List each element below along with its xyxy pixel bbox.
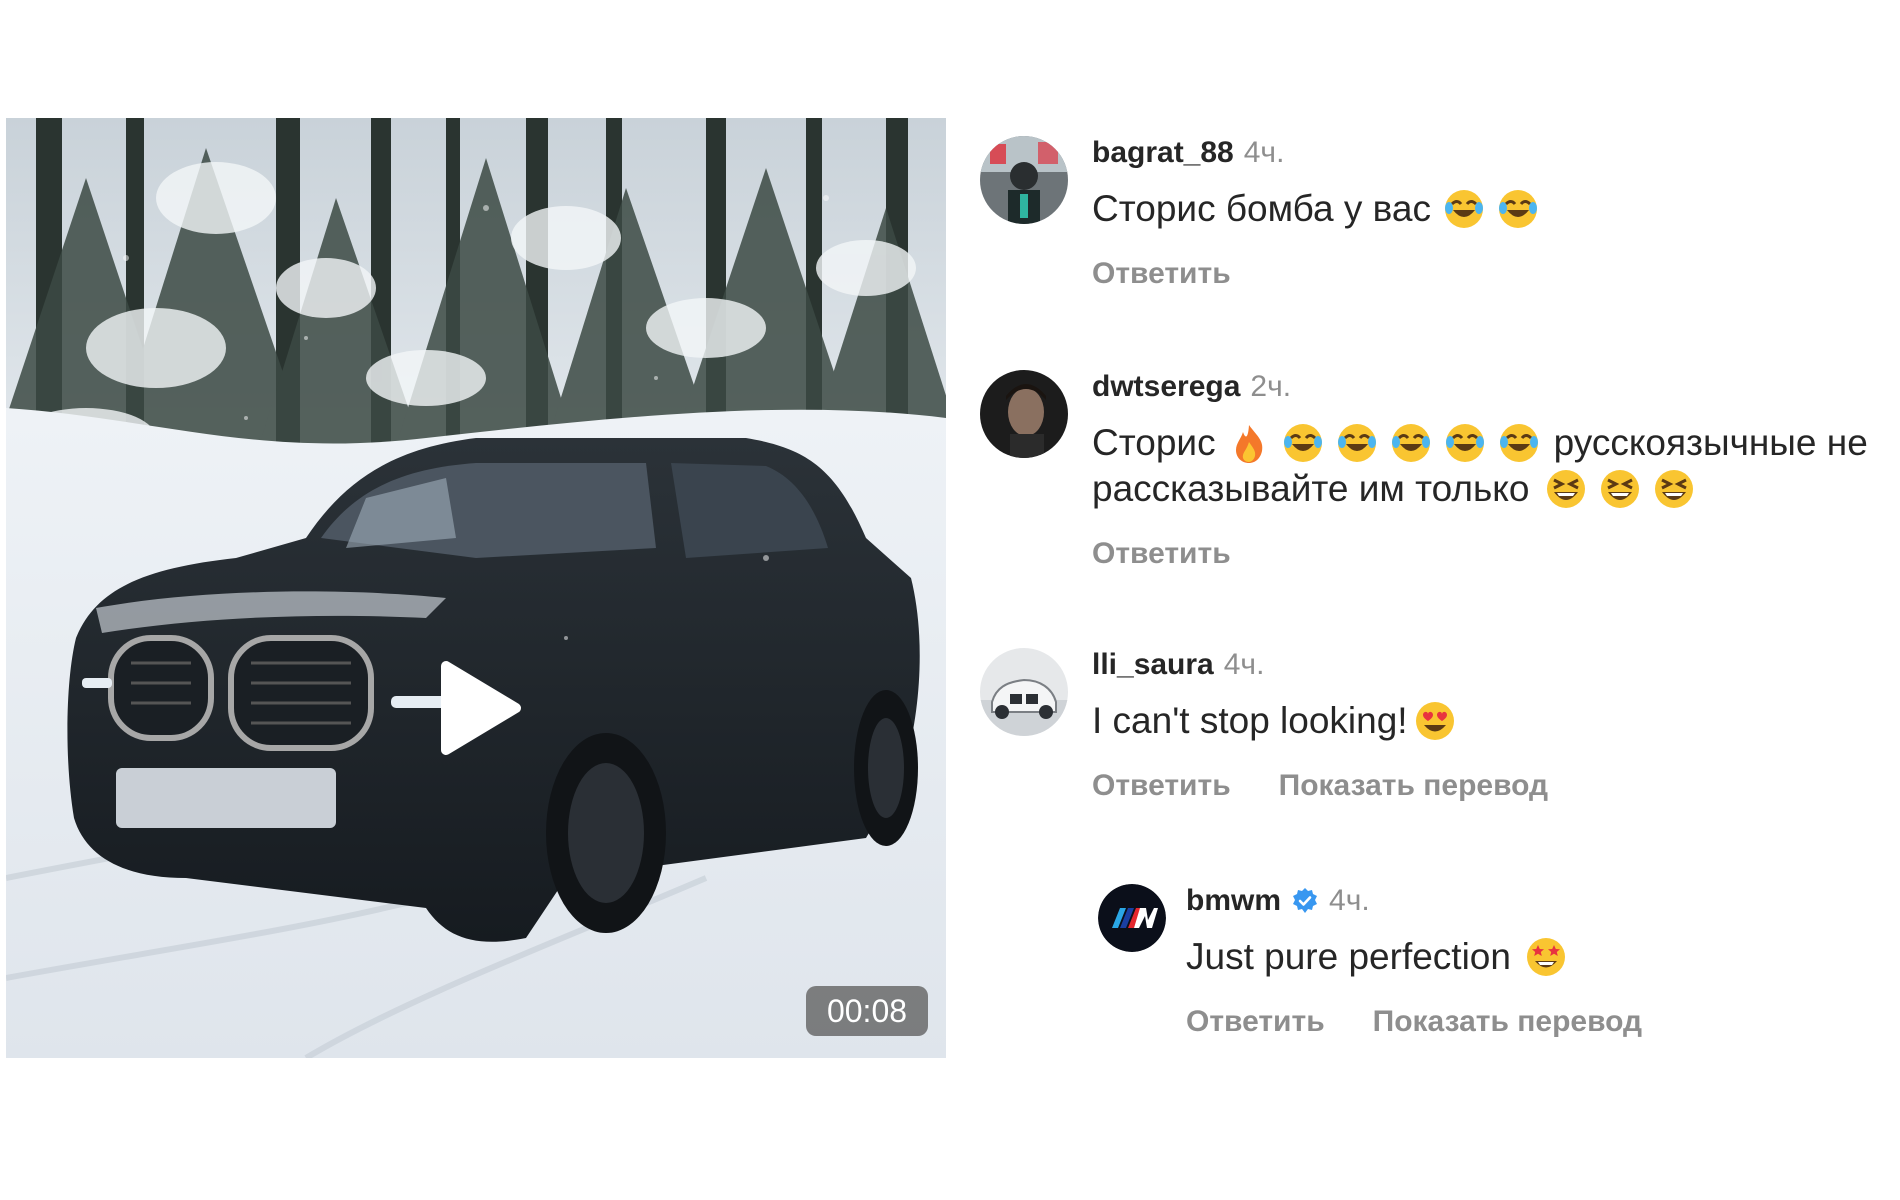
face-with-tears-of-joy-icon	[1497, 188, 1539, 230]
grinning-squinting-face-icon	[1653, 468, 1695, 510]
verified-badge-icon	[1291, 887, 1319, 915]
play-icon[interactable]	[434, 658, 524, 758]
comment-text: Сторис бомба у вас	[1092, 188, 1431, 229]
face-with-tears-of-joy-icon	[1443, 188, 1485, 230]
comment-text: рассказывайте им только	[1092, 468, 1530, 509]
avatar[interactable]	[980, 370, 1068, 458]
comment-text-row: Сторис русскоязычные не рассказывайте им…	[1092, 420, 1868, 512]
fire-icon	[1228, 422, 1270, 464]
reply-button[interactable]: Ответить	[1186, 1004, 1325, 1040]
comment-text-row: Сторис бомба у вас	[1092, 186, 1539, 232]
reply-button[interactable]: Ответить	[1092, 256, 1231, 292]
comment-text-row: Just pure perfection	[1186, 934, 1642, 980]
face-with-tears-of-joy-icon	[1498, 422, 1540, 464]
smiling-face-with-heart-eyes-icon	[1414, 700, 1456, 742]
show-translation-button[interactable]: Показать перевод	[1373, 1004, 1642, 1040]
show-translation-button[interactable]: Показать перевод	[1279, 768, 1548, 804]
avatar[interactable]	[1098, 884, 1166, 952]
star-struck-icon	[1525, 936, 1567, 978]
comment-time: 2ч.	[1250, 370, 1292, 403]
comment-text: Just pure perfection	[1186, 936, 1511, 977]
face-with-tears-of-joy-icon	[1336, 422, 1378, 464]
username[interactable]: bagrat_88	[1092, 136, 1234, 170]
grinning-squinting-face-icon	[1599, 468, 1641, 510]
face-with-tears-of-joy-icon	[1390, 422, 1432, 464]
face-with-tears-of-joy-icon	[1282, 422, 1324, 464]
avatar[interactable]	[980, 648, 1068, 736]
reply-button[interactable]: Ответить	[1092, 536, 1231, 572]
avatar[interactable]	[980, 136, 1068, 224]
username[interactable]: lli_saura	[1092, 648, 1214, 682]
video-player[interactable]: 00:08	[6, 118, 946, 1058]
comment-time: 4ч.	[1223, 648, 1265, 681]
comment-text: I can't stop looking!	[1092, 700, 1408, 741]
comment-time: 4ч.	[1243, 136, 1285, 169]
comment-text: русскоязычные не	[1553, 422, 1868, 463]
face-with-tears-of-joy-icon	[1444, 422, 1486, 464]
video-duration: 00:08	[806, 986, 928, 1036]
grinning-squinting-face-icon	[1545, 468, 1587, 510]
reply-button[interactable]: Ответить	[1092, 768, 1231, 804]
username[interactable]: bmwm	[1186, 884, 1281, 918]
comment-text-row: I can't stop looking!	[1092, 698, 1548, 744]
comment-text: Сторис	[1092, 422, 1216, 463]
username[interactable]: dwtserega	[1092, 370, 1240, 404]
video-thumbnail	[6, 118, 946, 1058]
comment-time: 4ч.	[1329, 884, 1370, 917]
